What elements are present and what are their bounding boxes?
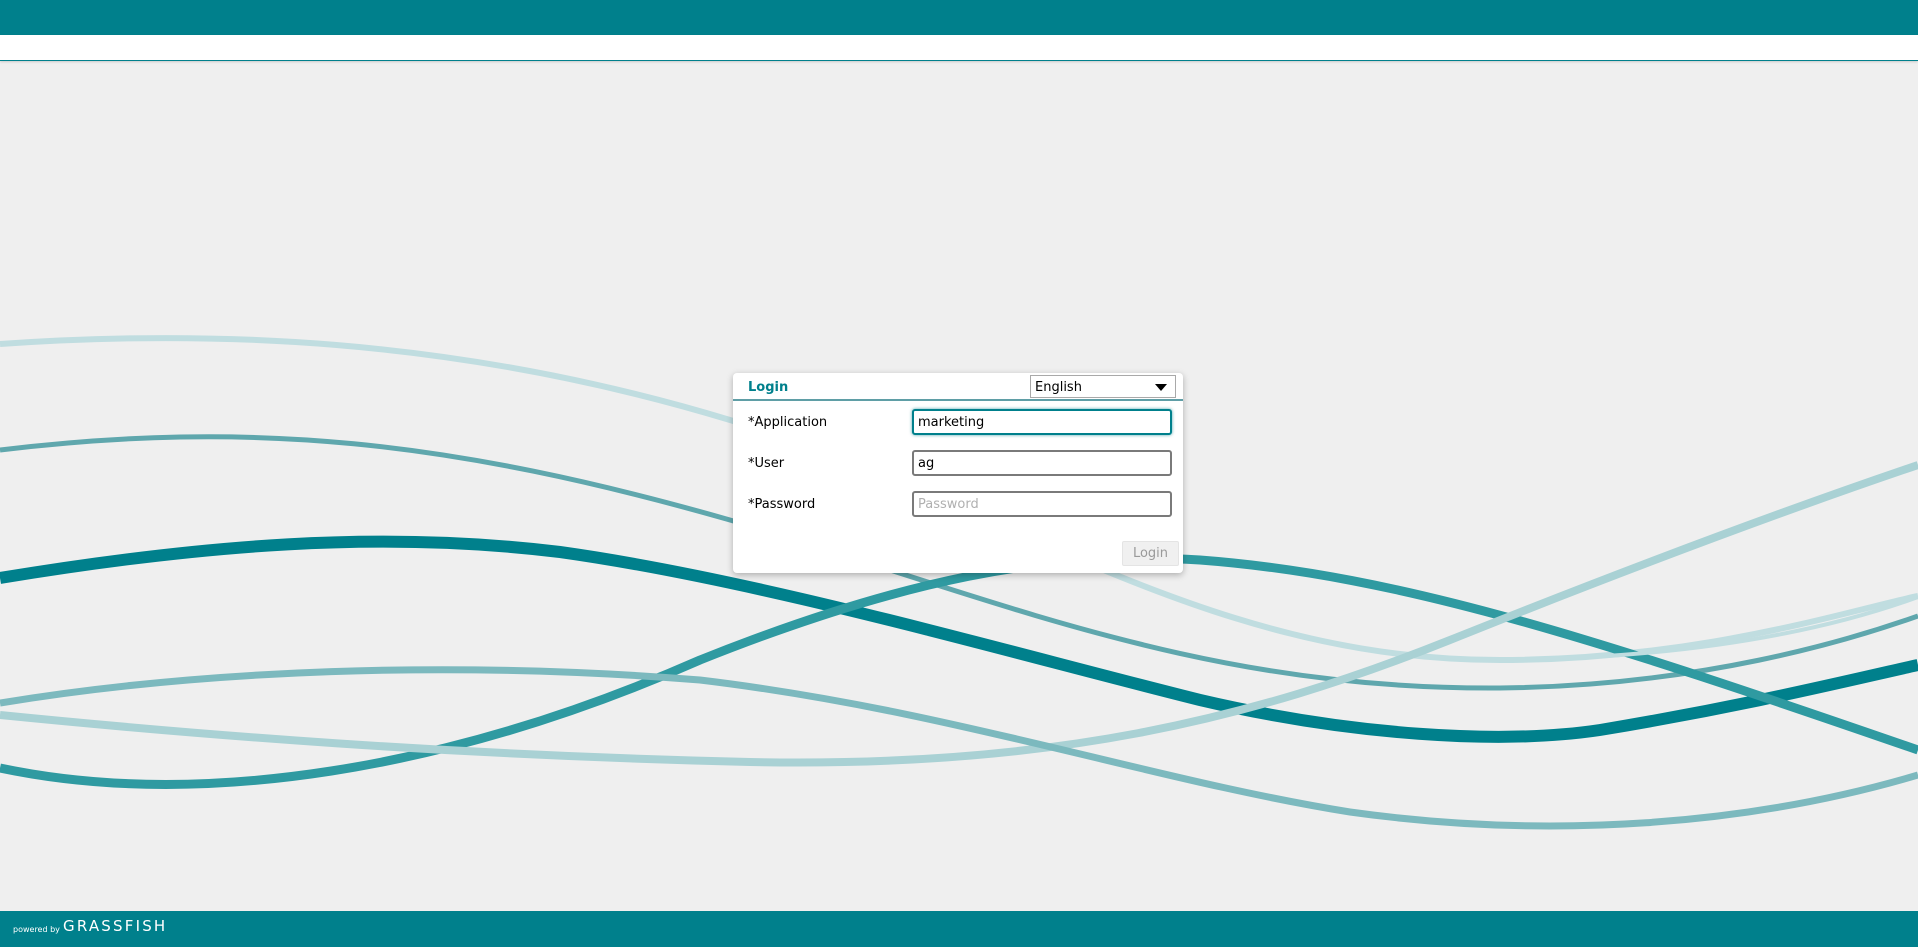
chevron-down-icon[interactable] [1155,384,1167,391]
application-label: *Application [748,415,828,430]
grassfish-logo: GRASSFISH [63,917,168,935]
user-label: *User [748,456,785,471]
footer: powered by GRASSFISH [0,911,1918,947]
user-input[interactable] [912,450,1172,476]
login-button[interactable]: Login [1122,541,1179,566]
dialog-header: Login English [733,373,1183,401]
language-select[interactable]: English [1030,375,1176,398]
application-input[interactable] [912,409,1172,435]
powered-by-text: powered by [13,925,60,934]
login-dialog: Login English *Application *User *Passwo… [733,373,1183,573]
password-input[interactable] [912,491,1172,517]
password-label: *Password [748,497,816,512]
language-select-value: English [1035,380,1082,395]
login-page: Login English *Application *User *Passwo… [0,0,1918,947]
dialog-title: Login [748,380,789,395]
wave-line [0,666,1918,830]
